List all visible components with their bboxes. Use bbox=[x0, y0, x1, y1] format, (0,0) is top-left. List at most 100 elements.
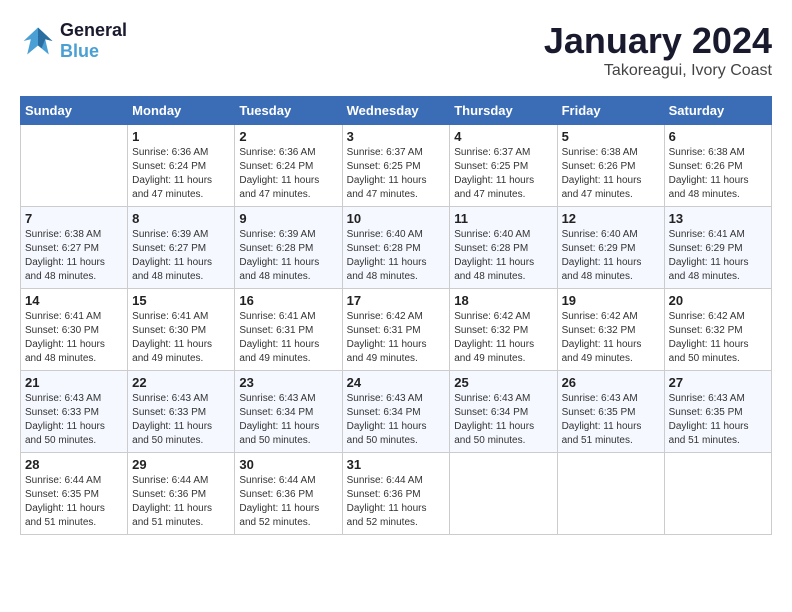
calendar-cell: 9 Sunrise: 6:39 AMSunset: 6:28 PMDaylight… bbox=[235, 207, 342, 289]
calendar-week-row: 1 Sunrise: 6:36 AMSunset: 6:24 PMDaylight… bbox=[21, 125, 772, 207]
calendar-cell bbox=[21, 125, 128, 207]
logo: General Blue bbox=[20, 20, 127, 62]
calendar-cell: 7 Sunrise: 6:38 AMSunset: 6:27 PMDaylight… bbox=[21, 207, 128, 289]
calendar-cell: 23 Sunrise: 6:43 AMSunset: 6:34 PMDayligh… bbox=[235, 371, 342, 453]
calendar-cell: 6Sunrise: 6:38 AMSunset: 6:26 PMDaylight… bbox=[664, 125, 771, 207]
day-number: 25 bbox=[454, 375, 552, 390]
day-number: 28 bbox=[25, 457, 123, 472]
cell-info: Sunrise: 6:37 AMSunset: 6:25 PMDaylight:… bbox=[347, 146, 446, 202]
calendar-cell: 12 Sunrise: 6:40 AMSunset: 6:29 PMDayligh… bbox=[557, 207, 664, 289]
calendar-cell: 25 Sunrise: 6:43 AMSunset: 6:34 PMDayligh… bbox=[450, 371, 557, 453]
calendar-cell: 26 Sunrise: 6:43 AMSunset: 6:35 PMDayligh… bbox=[557, 371, 664, 453]
calendar-cell: 2 Sunrise: 6:36 AMSunset: 6:24 PMDaylight… bbox=[235, 125, 342, 207]
cell-info: Sunrise: 6:43 AMSunset: 6:35 PMDaylight:… bbox=[669, 392, 767, 448]
cell-info: Sunrise: 6:42 AMSunset: 6:31 PMDaylight:… bbox=[347, 310, 446, 366]
calendar-cell bbox=[664, 453, 771, 535]
cell-info: Sunrise: 6:38 AMSunset: 6:27 PMDaylight:… bbox=[25, 228, 123, 284]
logo-icon bbox=[20, 23, 56, 59]
logo-text: General Blue bbox=[60, 20, 127, 62]
day-number: 11 bbox=[454, 211, 552, 226]
calendar-cell: 29 Sunrise: 6:44 AMSunset: 6:36 PMDayligh… bbox=[128, 453, 235, 535]
page-header: General Blue January 2024 Takoreagui, Iv… bbox=[20, 20, 772, 80]
cell-info: Sunrise: 6:43 AMSunset: 6:35 PMDaylight:… bbox=[562, 392, 660, 448]
cell-info: Sunrise: 6:42 AMSunset: 6:32 PMDaylight:… bbox=[669, 310, 767, 366]
cell-info: Sunrise: 6:43 AMSunset: 6:33 PMDaylight:… bbox=[25, 392, 123, 448]
calendar-cell: 3 Sunrise: 6:37 AMSunset: 6:25 PMDaylight… bbox=[342, 125, 450, 207]
cell-info: Sunrise: 6:40 AMSunset: 6:28 PMDaylight:… bbox=[347, 228, 446, 284]
cell-info: Sunrise: 6:44 AMSunset: 6:36 PMDaylight:… bbox=[239, 474, 337, 530]
day-number: 5 bbox=[562, 129, 660, 144]
cell-info: Sunrise: 6:41 AMSunset: 6:30 PMDaylight:… bbox=[25, 310, 123, 366]
cell-info: Sunrise: 6:38 AMSunset: 6:26 PMDaylight:… bbox=[562, 146, 660, 202]
day-number: 1 bbox=[132, 129, 230, 144]
day-number: 7 bbox=[25, 211, 123, 226]
calendar-cell: 14 Sunrise: 6:41 AMSunset: 6:30 PMDayligh… bbox=[21, 289, 128, 371]
day-number: 20 bbox=[669, 293, 767, 308]
day-number: 17 bbox=[347, 293, 446, 308]
day-number: 26 bbox=[562, 375, 660, 390]
cell-info: Sunrise: 6:36 AMSunset: 6:24 PMDaylight:… bbox=[132, 146, 230, 202]
day-number: 3 bbox=[347, 129, 446, 144]
weekday-header: Wednesday bbox=[342, 97, 450, 125]
cell-info: Sunrise: 6:42 AMSunset: 6:32 PMDaylight:… bbox=[562, 310, 660, 366]
calendar-week-row: 21 Sunrise: 6:43 AMSunset: 6:33 PMDayligh… bbox=[21, 371, 772, 453]
calendar-cell: 15 Sunrise: 6:41 AMSunset: 6:30 PMDayligh… bbox=[128, 289, 235, 371]
weekday-header: Saturday bbox=[664, 97, 771, 125]
day-number: 19 bbox=[562, 293, 660, 308]
day-number: 4 bbox=[454, 129, 552, 144]
day-number: 2 bbox=[239, 129, 337, 144]
location: Takoreagui, Ivory Coast bbox=[544, 62, 772, 80]
cell-info: Sunrise: 6:40 AMSunset: 6:28 PMDaylight:… bbox=[454, 228, 552, 284]
weekday-header: Friday bbox=[557, 97, 664, 125]
day-number: 6 bbox=[669, 129, 767, 144]
day-number: 12 bbox=[562, 211, 660, 226]
calendar-cell: 10 Sunrise: 6:40 AMSunset: 6:28 PMDayligh… bbox=[342, 207, 450, 289]
calendar-cell: 1 Sunrise: 6:36 AMSunset: 6:24 PMDaylight… bbox=[128, 125, 235, 207]
calendar-cell: 4Sunrise: 6:37 AMSunset: 6:25 PMDaylight… bbox=[450, 125, 557, 207]
weekday-header: Sunday bbox=[21, 97, 128, 125]
calendar-cell: 31 Sunrise: 6:44 AMSunset: 6:36 PMDayligh… bbox=[342, 453, 450, 535]
title-block: January 2024 Takoreagui, Ivory Coast bbox=[544, 20, 772, 80]
calendar-cell bbox=[450, 453, 557, 535]
calendar-cell: 20 Sunrise: 6:42 AMSunset: 6:32 PMDayligh… bbox=[664, 289, 771, 371]
day-number: 24 bbox=[347, 375, 446, 390]
day-number: 22 bbox=[132, 375, 230, 390]
calendar-cell: 5 Sunrise: 6:38 AMSunset: 6:26 PMDaylight… bbox=[557, 125, 664, 207]
day-number: 8 bbox=[132, 211, 230, 226]
day-number: 9 bbox=[239, 211, 337, 226]
cell-info: Sunrise: 6:39 AMSunset: 6:28 PMDaylight:… bbox=[239, 228, 337, 284]
calendar-cell: 13Sunrise: 6:41 AMSunset: 6:29 PMDayligh… bbox=[664, 207, 771, 289]
calendar-cell: 11 Sunrise: 6:40 AMSunset: 6:28 PMDayligh… bbox=[450, 207, 557, 289]
calendar-week-row: 14 Sunrise: 6:41 AMSunset: 6:30 PMDayligh… bbox=[21, 289, 772, 371]
cell-info: Sunrise: 6:36 AMSunset: 6:24 PMDaylight:… bbox=[239, 146, 337, 202]
day-number: 10 bbox=[347, 211, 446, 226]
cell-info: Sunrise: 6:39 AMSunset: 6:27 PMDaylight:… bbox=[132, 228, 230, 284]
calendar-cell: 18Sunrise: 6:42 AMSunset: 6:32 PMDayligh… bbox=[450, 289, 557, 371]
cell-info: Sunrise: 6:41 AMSunset: 6:31 PMDaylight:… bbox=[239, 310, 337, 366]
weekday-header: Tuesday bbox=[235, 97, 342, 125]
calendar-cell: 8 Sunrise: 6:39 AMSunset: 6:27 PMDaylight… bbox=[128, 207, 235, 289]
calendar-cell bbox=[557, 453, 664, 535]
cell-info: Sunrise: 6:43 AMSunset: 6:34 PMDaylight:… bbox=[454, 392, 552, 448]
calendar-week-row: 7 Sunrise: 6:38 AMSunset: 6:27 PMDaylight… bbox=[21, 207, 772, 289]
day-number: 14 bbox=[25, 293, 123, 308]
calendar-cell: 22Sunrise: 6:43 AMSunset: 6:33 PMDayligh… bbox=[128, 371, 235, 453]
calendar-header-row: SundayMondayTuesdayWednesdayThursdayFrid… bbox=[21, 97, 772, 125]
cell-info: Sunrise: 6:44 AMSunset: 6:36 PMDaylight:… bbox=[132, 474, 230, 530]
cell-info: Sunrise: 6:40 AMSunset: 6:29 PMDaylight:… bbox=[562, 228, 660, 284]
calendar-cell: 16Sunrise: 6:41 AMSunset: 6:31 PMDayligh… bbox=[235, 289, 342, 371]
calendar-cell: 30Sunrise: 6:44 AMSunset: 6:36 PMDayligh… bbox=[235, 453, 342, 535]
cell-info: Sunrise: 6:43 AMSunset: 6:34 PMDaylight:… bbox=[239, 392, 337, 448]
weekday-header: Monday bbox=[128, 97, 235, 125]
day-number: 15 bbox=[132, 293, 230, 308]
day-number: 29 bbox=[132, 457, 230, 472]
calendar-table: SundayMondayTuesdayWednesdayThursdayFrid… bbox=[20, 96, 772, 535]
calendar-cell: 19 Sunrise: 6:42 AMSunset: 6:32 PMDayligh… bbox=[557, 289, 664, 371]
day-number: 31 bbox=[347, 457, 446, 472]
weekday-header: Thursday bbox=[450, 97, 557, 125]
calendar-cell: 28Sunrise: 6:44 AMSunset: 6:35 PMDayligh… bbox=[21, 453, 128, 535]
day-number: 21 bbox=[25, 375, 123, 390]
cell-info: Sunrise: 6:44 AMSunset: 6:36 PMDaylight:… bbox=[347, 474, 446, 530]
cell-info: Sunrise: 6:41 AMSunset: 6:30 PMDaylight:… bbox=[132, 310, 230, 366]
day-number: 23 bbox=[239, 375, 337, 390]
